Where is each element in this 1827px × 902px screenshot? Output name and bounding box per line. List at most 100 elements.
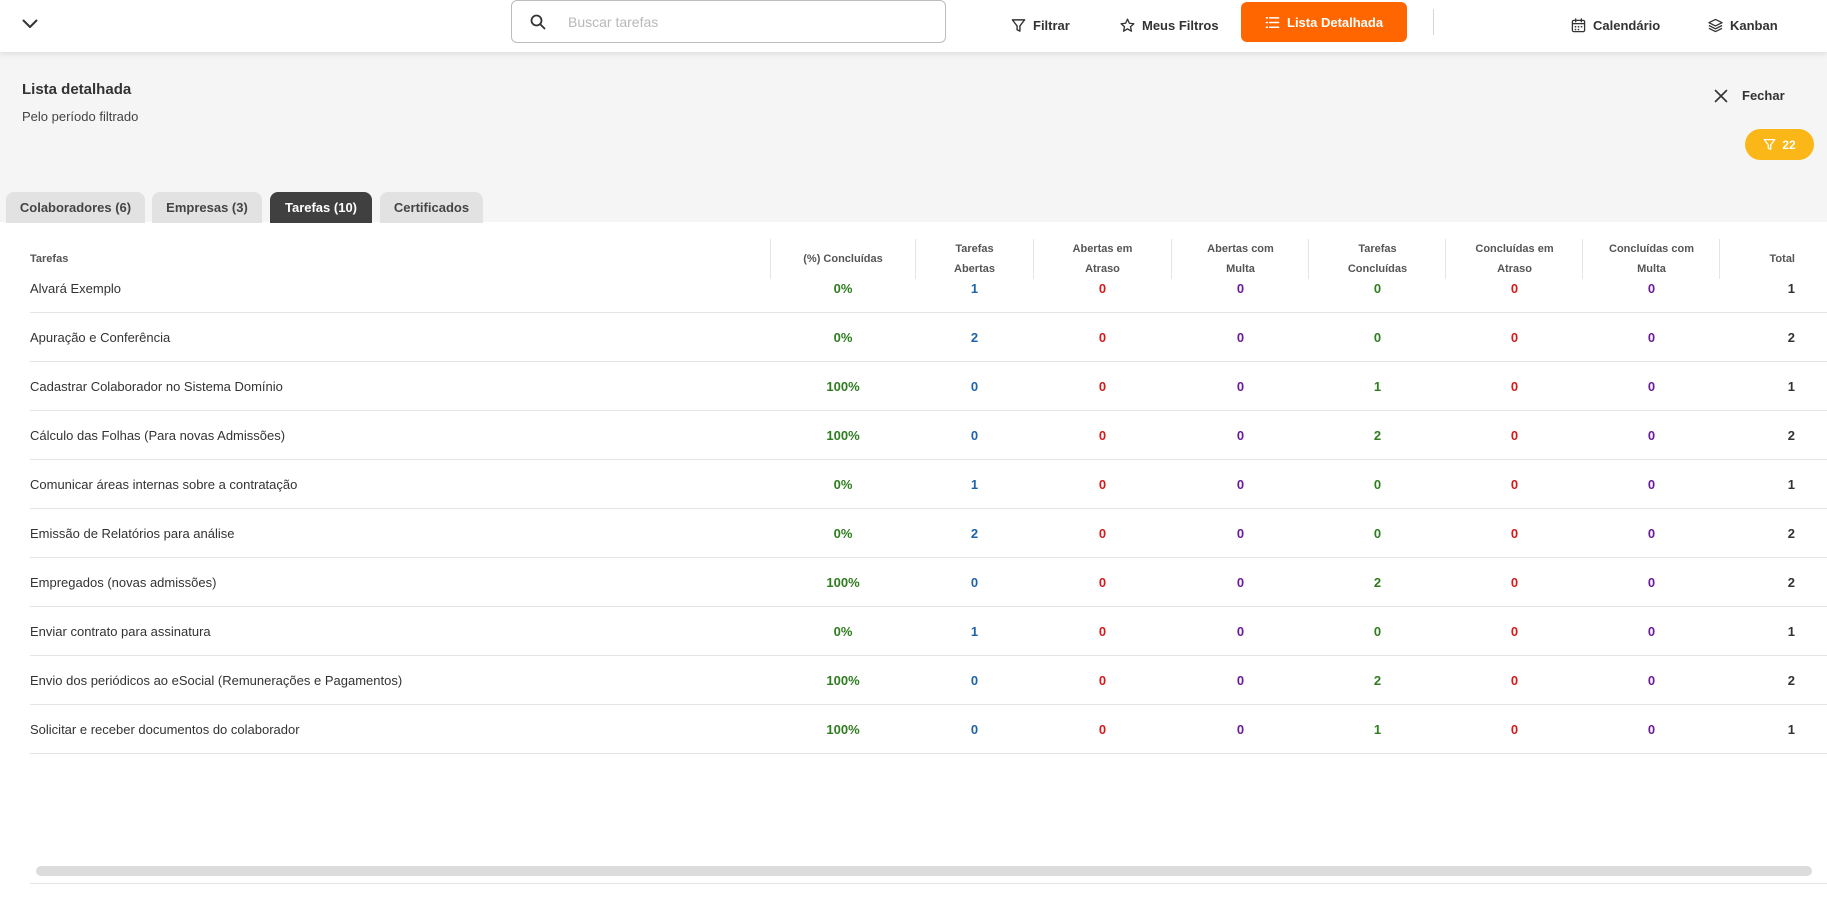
- close-button[interactable]: Fechar: [1714, 88, 1785, 103]
- tab-empresas[interactable]: Empresas (3): [152, 192, 262, 223]
- cell-pct-concluidas: 0%: [833, 281, 853, 296]
- tab-colaboradores[interactable]: Colaboradores (6): [6, 192, 145, 223]
- kanban-label: Kanban: [1730, 17, 1778, 33]
- tab-label: Certificados: [393, 200, 470, 215]
- cell-tarefas-concluidas: 0: [1373, 330, 1382, 345]
- horizontal-scrollbar[interactable]: [36, 866, 1812, 876]
- cell-concluidas-com-multa: 0: [1647, 477, 1656, 492]
- cell-abertas-em-atraso: 0: [1098, 330, 1107, 345]
- cell-concluidas-em-atraso: 0: [1510, 281, 1519, 296]
- cell-task-name: Envio dos periódicos ao eSocial (Remuner…: [30, 673, 403, 688]
- cell-abertas-com-multa: 0: [1236, 673, 1245, 688]
- list-icon: [1265, 16, 1280, 28]
- cell-total: 1: [1787, 379, 1795, 394]
- cell-total: 1: [1787, 624, 1795, 639]
- table-row[interactable]: Enviar contrato para assinatura 0% 1 0 0 0 0 0 1: [30, 607, 1827, 656]
- cell-pct-concluidas: 100%: [826, 379, 860, 394]
- table-row[interactable]: Emissão de Relatórios para análise 0% 2 0 0 0…: [30, 509, 1827, 558]
- tab-label: Tarefas (10): [284, 200, 357, 215]
- close-icon: [1714, 89, 1728, 102]
- cell-abertas-em-atraso: 0: [1098, 379, 1107, 394]
- cell-concluidas-com-multa: 0: [1647, 379, 1656, 394]
- cell-concluidas-em-atraso: 0: [1510, 477, 1519, 492]
- cell-concluidas-em-atraso: 0: [1510, 379, 1519, 394]
- cell-tarefas-concluidas: 2: [1373, 428, 1382, 443]
- cell-total: 2: [1787, 330, 1795, 345]
- cell-task-name: Apuração e Conferência: [30, 330, 171, 345]
- tab-label: Empresas (3): [166, 200, 248, 215]
- cell-abertas-com-multa: 0: [1236, 575, 1245, 590]
- cell-abertas-com-multa: 0: [1236, 526, 1245, 541]
- table-row[interactable]: Alvará Exemplo 0% 1 0 0 0 0 0 1: [30, 264, 1827, 313]
- tasks-table: Tarefas (%) Concluídas Tarefas Abertas Ab…: [0, 223, 1827, 902]
- top-toolbar: Filtrar Meus Filtros Lista Detalhada Cal…: [0, 0, 1827, 52]
- cell-concluidas-com-multa: 0: [1647, 624, 1656, 639]
- cell-abertas-em-atraso: 0: [1098, 624, 1107, 639]
- cell-pct-concluidas: 0%: [833, 330, 853, 345]
- active-filters-badge[interactable]: 22: [1745, 129, 1814, 160]
- filter-button[interactable]: Filtrar: [1011, 8, 1070, 42]
- tab-certificados[interactable]: Certificados: [380, 192, 483, 223]
- cell-pct-concluidas: 100%: [826, 673, 860, 688]
- cell-task-name: Alvará Exemplo: [30, 281, 122, 296]
- chevron-down-icon[interactable]: [18, 12, 42, 36]
- cell-concluidas-em-atraso: 0: [1510, 722, 1519, 737]
- layers-icon: [1708, 18, 1723, 32]
- cell-abertas-com-multa: 0: [1236, 379, 1245, 394]
- search-icon: [528, 12, 548, 32]
- cell-abertas-em-atraso: 0: [1098, 281, 1107, 296]
- cell-abertas-com-multa: 0: [1236, 330, 1245, 345]
- my-filters-button[interactable]: Meus Filtros: [1120, 8, 1219, 42]
- table-row[interactable]: Envio dos periódicos ao eSocial (Remuner…: [30, 656, 1827, 705]
- cell-tarefas-abertas: 0: [970, 428, 979, 443]
- cell-concluidas-em-atraso: 0: [1510, 330, 1519, 345]
- cell-tarefas-abertas: 2: [970, 330, 979, 345]
- table-row[interactable]: Cadastrar Colaborador no Sistema Domínio…: [30, 362, 1827, 411]
- cell-total: 1: [1787, 722, 1795, 737]
- cell-abertas-com-multa: 0: [1236, 722, 1245, 737]
- table-row[interactable]: Cálculo das Folhas (Para novas Admissões…: [30, 411, 1827, 460]
- cell-pct-concluidas: 100%: [826, 722, 860, 737]
- cell-concluidas-em-atraso: 0: [1510, 673, 1519, 688]
- cell-total: 2: [1787, 526, 1795, 541]
- cell-tarefas-concluidas: 2: [1373, 575, 1382, 590]
- cell-task-name: Enviar contrato para assinatura: [30, 624, 211, 639]
- cell-abertas-com-multa: 0: [1236, 624, 1245, 639]
- calendar-icon: [1571, 17, 1586, 32]
- cell-abertas-com-multa: 0: [1236, 428, 1245, 443]
- table-row[interactable]: Apuração e Conferência 0% 2 0 0 0 0 0 2: [30, 313, 1827, 362]
- cell-concluidas-com-multa: 0: [1647, 722, 1656, 737]
- cell-concluidas-com-multa: 0: [1647, 281, 1656, 296]
- cell-pct-concluidas: 0%: [833, 477, 853, 492]
- table-row[interactable]: Empregados (novas admissões) 100% 0 0 0 2 0 0 2: [30, 558, 1827, 607]
- cell-tarefas-abertas: 1: [970, 624, 979, 639]
- cell-task-name: Solicitar e receber documentos do colabo…: [30, 722, 300, 737]
- filter-button-label: Filtrar: [1033, 17, 1070, 33]
- cell-abertas-com-multa: 0: [1236, 477, 1245, 492]
- cell-concluidas-em-atraso: 0: [1510, 575, 1519, 590]
- table-row[interactable]: Solicitar e receber documentos do colabo…: [30, 705, 1827, 754]
- cell-abertas-em-atraso: 0: [1098, 673, 1107, 688]
- cell-task-name: Emissão de Relatórios para análise: [30, 526, 235, 541]
- tab-tarefas[interactable]: Tarefas (10): [270, 192, 372, 223]
- cell-total: 2: [1787, 673, 1795, 688]
- table-row[interactable]: Comunicar áreas internas sobre a contrat…: [30, 460, 1827, 509]
- cell-total: 1: [1787, 281, 1795, 296]
- cell-tarefas-concluidas: 0: [1373, 624, 1382, 639]
- cell-concluidas-com-multa: 0: [1647, 575, 1656, 590]
- cell-abertas-com-multa: 0: [1236, 281, 1245, 296]
- my-filters-label: Meus Filtros: [1142, 17, 1219, 33]
- cell-task-name: Cadastrar Colaborador no Sistema Domínio: [30, 379, 283, 394]
- detailed-list-button[interactable]: Lista Detalhada: [1241, 2, 1408, 42]
- cell-tarefas-abertas: 1: [970, 281, 979, 296]
- calendar-button[interactable]: Calendário: [1571, 8, 1660, 42]
- cell-concluidas-em-atraso: 0: [1510, 624, 1519, 639]
- cell-total: 2: [1787, 428, 1795, 443]
- kanban-button[interactable]: Kanban: [1708, 8, 1778, 42]
- cell-abertas-em-atraso: 0: [1098, 428, 1107, 443]
- cell-tarefas-abertas: 0: [970, 379, 979, 394]
- cell-total: 1: [1787, 477, 1795, 492]
- cell-tarefas-concluidas: 0: [1373, 281, 1382, 296]
- search-input[interactable]: [568, 13, 928, 30]
- cell-tarefas-concluidas: 1: [1373, 379, 1382, 394]
